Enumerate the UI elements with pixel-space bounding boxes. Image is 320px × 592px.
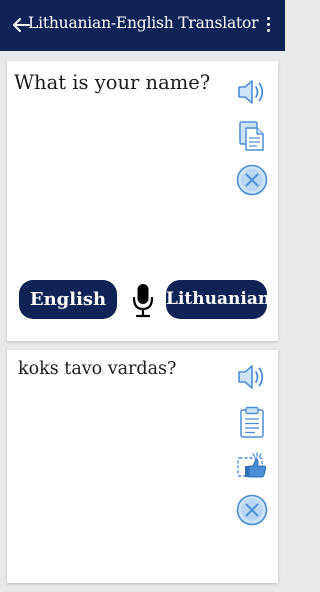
result-panel: koks tavo vardas? [7,350,278,583]
copy-icon[interactable] [235,119,269,153]
source-language-button[interactable]: English [19,280,117,319]
more-vert-icon[interactable] [266,17,271,33]
app-bar: Lithuanian-English Translator [0,0,285,51]
clear-icon[interactable] [235,493,269,527]
microphone-icon[interactable] [131,282,155,318]
clear-icon[interactable] [235,163,269,197]
translated-text: koks tavo vardas? [18,359,177,379]
app-title: Lithuanian-English Translator [28,14,259,32]
source-text-input[interactable]: What is your name? [14,71,210,94]
speaker-icon[interactable] [235,360,269,394]
source-panel: What is your name? English Lithuanian [7,61,278,341]
target-language-button[interactable]: Lithuanian [166,280,270,319]
speaker-icon[interactable] [235,75,269,109]
thumbs-up-icon[interactable] [235,449,269,483]
clipboard-icon[interactable] [235,405,269,439]
